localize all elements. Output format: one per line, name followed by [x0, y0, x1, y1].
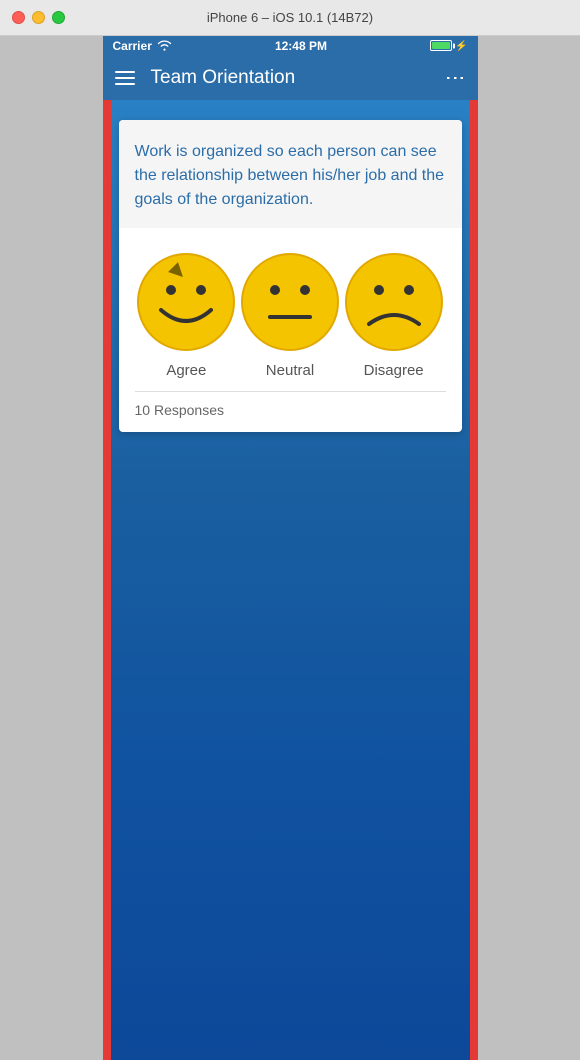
disagree-label: Disagree: [364, 362, 424, 379]
disagree-option[interactable]: Disagree: [344, 252, 444, 379]
app-bar: Team Orientation ⋮: [103, 56, 478, 100]
status-left: Carrier: [113, 39, 172, 54]
wifi-icon: [157, 39, 172, 54]
status-right: ⚡: [430, 40, 467, 52]
hamburger-line-2: [115, 77, 135, 79]
minimize-button[interactable]: [32, 11, 45, 24]
status-time: 12:48 PM: [275, 39, 327, 53]
survey-card: Work is organized so each person can see…: [119, 120, 462, 432]
maximize-button[interactable]: [52, 11, 65, 24]
neutral-label: Neutral: [266, 362, 314, 379]
status-bar: Carrier 12:48 PM ⚡: [103, 36, 478, 56]
neutral-option[interactable]: Neutral: [240, 252, 340, 379]
sad-face-icon: [344, 252, 444, 352]
question-text: Work is organized so each person can see…: [119, 120, 462, 228]
app-bar-title: Team Orientation: [151, 67, 445, 89]
emoji-options-row: Agree Neutral: [119, 228, 462, 391]
hamburger-line-3: [115, 83, 135, 85]
agree-option[interactable]: Agree: [136, 252, 236, 379]
carrier-label: Carrier: [113, 39, 152, 53]
agree-label: Agree: [166, 362, 206, 379]
main-content: Work is organized so each person can see…: [103, 100, 478, 1060]
mac-window-buttons: [12, 11, 65, 24]
neutral-face-icon: [240, 252, 340, 352]
left-edge-indicator: [103, 100, 111, 1060]
battery-icon: [430, 40, 452, 52]
iphone-frame: Carrier 12:48 PM ⚡ Team Orientati: [103, 36, 478, 1060]
close-button[interactable]: [12, 11, 25, 24]
happy-face-icon: [136, 252, 236, 352]
responses-count: 10 Responses: [119, 392, 462, 432]
window-title: iPhone 6 – iOS 10.1 (14B72): [207, 10, 373, 25]
right-edge-indicator: [470, 100, 478, 1060]
more-options-icon[interactable]: ⋮: [443, 68, 468, 89]
mac-chrome: iPhone 6 – iOS 10.1 (14B72): [0, 0, 580, 36]
hamburger-menu-button[interactable]: [115, 71, 135, 85]
hamburger-line-1: [115, 71, 135, 73]
lightning-icon: ⚡: [455, 41, 467, 52]
